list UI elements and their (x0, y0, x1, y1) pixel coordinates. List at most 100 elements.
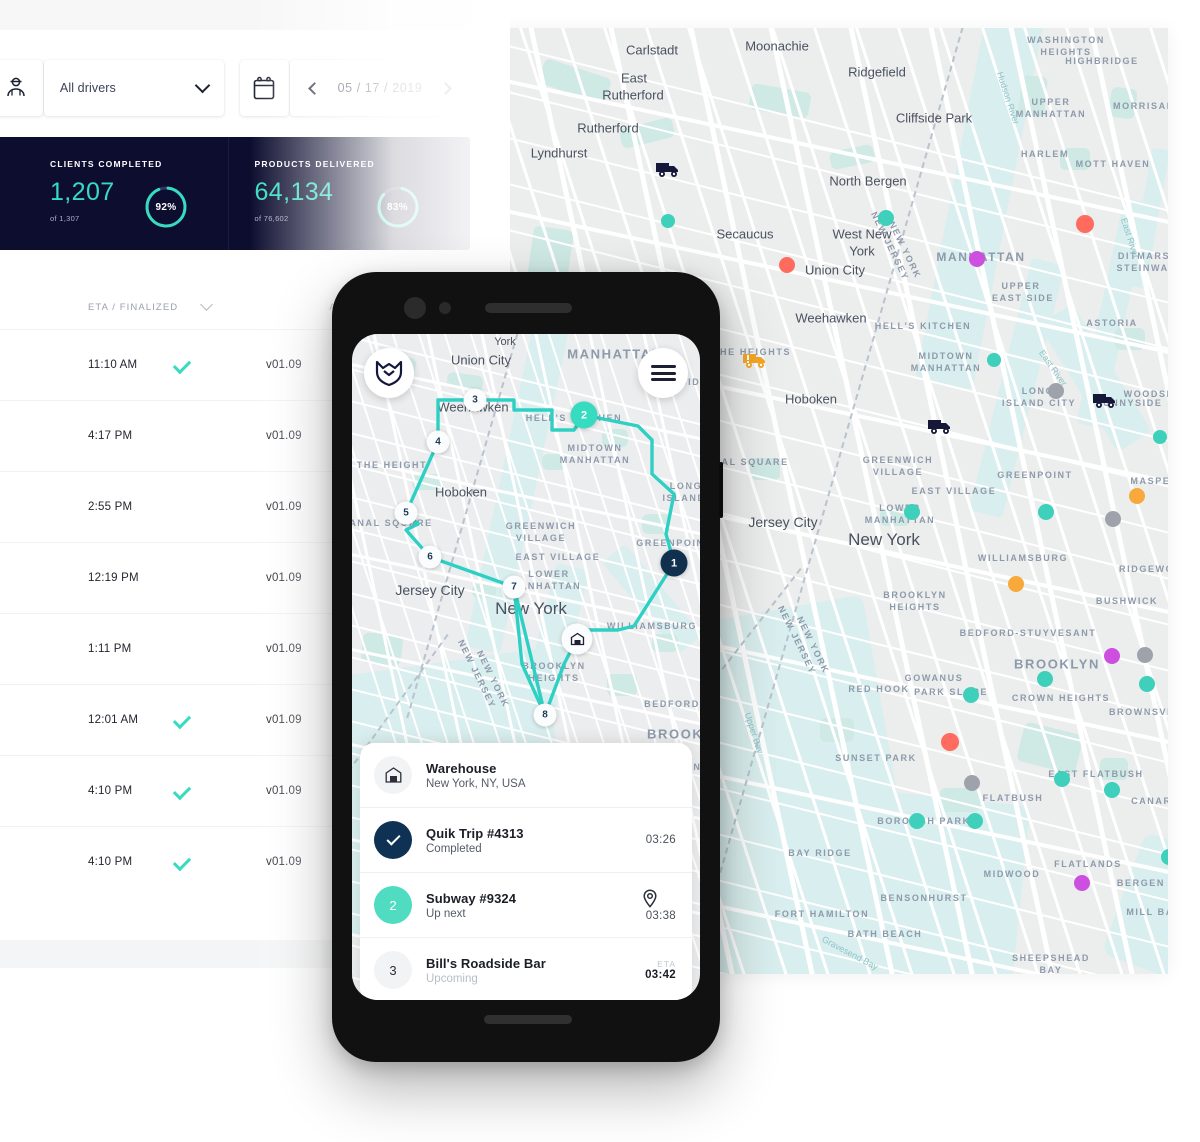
chevron-left-icon (307, 81, 321, 95)
stop-list-item[interactable]: Quik Trip #4313 Completed 03:26 (360, 807, 692, 872)
driver-avatar-button[interactable] (0, 60, 43, 116)
stop-text: Quik Trip #4313 Completed (412, 826, 624, 855)
map-label: WILLIAMSBURG (977, 553, 1069, 563)
map-status-dot[interactable] (1076, 215, 1094, 233)
finalized-status (170, 781, 204, 801)
stop-title: Warehouse (426, 760, 497, 776)
map-status-dot[interactable] (909, 813, 925, 829)
stop-list-item[interactable]: Warehouse New York, NY, USA (360, 743, 692, 807)
map-status-dot[interactable] (1104, 648, 1120, 664)
map-status-dot[interactable] (904, 504, 920, 520)
route-waypoint-1[interactable]: 1 (660, 549, 688, 577)
map-truck-icon[interactable] (927, 417, 953, 441)
route-waypoint-4[interactable]: 4 (426, 430, 450, 454)
check-icon (385, 831, 401, 846)
map-label: GOWANUS (904, 673, 964, 683)
cell-eta: 1:11 PM (88, 643, 132, 655)
map-status-dot[interactable] (878, 210, 894, 226)
stop-meta: ETA 03:42 (624, 959, 676, 981)
route-waypoint-7[interactable]: 7 (502, 575, 526, 599)
stop-list-item[interactable]: 2 Subway #9324 Up next 03:38 (360, 872, 692, 937)
map-label: York (849, 243, 875, 259)
stop-avatar (374, 821, 412, 859)
driver-filter-dropdown[interactable]: All drivers (43, 60, 224, 116)
route-waypoint-3[interactable]: 3 (463, 388, 487, 412)
map-status-dot[interactable] (1074, 875, 1090, 891)
map-status-dot[interactable] (1139, 676, 1155, 692)
phone-sensor-icon (439, 302, 451, 314)
calendar-button[interactable] (239, 60, 289, 116)
map-status-dot[interactable] (1037, 671, 1053, 687)
cell-app: v01.09 (266, 643, 302, 655)
stop-list-item[interactable]: 3 Bill's Roadside Bar Upcoming ETA 03:42 (360, 937, 692, 1000)
map-park (1016, 721, 1084, 775)
chevron-down-icon[interactable] (200, 298, 214, 311)
progress-ring-clients: 92% (143, 184, 189, 230)
map-truck-icon[interactable] (742, 351, 768, 375)
map-status-dot[interactable] (1153, 430, 1167, 444)
calendar-icon (254, 76, 275, 99)
map-status-dot[interactable] (969, 251, 985, 267)
menu-button[interactable] (638, 348, 688, 398)
map-park (1100, 758, 1128, 780)
map-truck-icon[interactable] (655, 160, 681, 184)
map-status-dot[interactable] (941, 733, 959, 751)
cell-app: v01.09 (266, 714, 302, 726)
stat-percent: 92% (155, 201, 177, 213)
phone-screen[interactable]: YorkUnion CityMANHATTANWeehawkenHELL'S K… (352, 334, 700, 1000)
cell-app: v01.09 (266, 785, 302, 797)
phone-mockup: YorkUnion CityMANHATTANWeehawkenHELL'S K… (332, 272, 723, 1062)
fox-logo-icon (375, 360, 403, 387)
map-status-dot[interactable] (964, 775, 980, 791)
map-status-dot[interactable] (1038, 504, 1054, 520)
map-status-dot[interactable] (1104, 782, 1120, 798)
stat-subvalue: of 76,602 (254, 214, 289, 223)
phone-home-indicator (484, 1015, 572, 1024)
cell-eta: 4:10 PM (88, 785, 133, 797)
next-date-button[interactable] (436, 78, 456, 98)
stops-list: Warehouse New York, NY, USA Quik Trip #431… (360, 743, 692, 1000)
map-status-dot[interactable] (661, 214, 675, 228)
map-status-dot[interactable] (1105, 511, 1121, 527)
finalized-status (170, 852, 204, 872)
check-icon (172, 355, 192, 375)
map-label: HEIGHTS (1040, 47, 1092, 57)
phone-camera-icon (404, 297, 426, 319)
map-status-dot[interactable] (779, 257, 795, 273)
column-header-eta[interactable]: ETA / FINALIZED (88, 302, 178, 313)
phone-speaker-icon (485, 303, 572, 313)
stops-list-sheet[interactable]: Warehouse New York, NY, USA Quik Trip #431… (360, 743, 692, 1000)
cell-app: v01.09 (266, 430, 302, 442)
route-waypoint-2[interactable]: 2 (570, 401, 598, 429)
dashboard-toolbar: All drivers 05 / 17 / 2019 (0, 60, 470, 116)
route-warehouse-icon[interactable] (561, 623, 593, 655)
stop-meta: 03:38 (624, 888, 676, 922)
map-status-dot[interactable] (1048, 383, 1064, 399)
finalized-status (170, 710, 204, 730)
map-status-dot[interactable] (1008, 576, 1024, 592)
finalized-status (170, 355, 204, 375)
route-waypoint-6[interactable]: 6 (418, 545, 442, 569)
map-status-dot[interactable] (1129, 488, 1145, 504)
warehouse-icon (570, 632, 584, 646)
driver-avatar-icon (7, 77, 26, 97)
stop-status: New York, NY, USA (426, 777, 526, 790)
map-status-dot[interactable] (967, 813, 983, 829)
phone-power-button[interactable] (719, 462, 723, 518)
route-waypoint-8[interactable]: 8 (533, 703, 557, 727)
stat-value: 64,134 (254, 178, 334, 206)
chevron-down-icon (194, 77, 211, 94)
map-status-dot[interactable] (1054, 771, 1070, 787)
map-status-dot[interactable] (987, 353, 1001, 367)
route-waypoint-5[interactable]: 5 (394, 501, 418, 525)
check-icon (172, 781, 192, 801)
stat-percent: 83% (387, 201, 408, 213)
prev-date-button[interactable] (304, 78, 324, 98)
check-icon (172, 710, 192, 730)
stat-title: PRODUCTS DELIVERED (254, 159, 375, 169)
cell-eta: 2:55 PM (88, 501, 133, 513)
map-status-dot[interactable] (963, 687, 979, 703)
map-status-dot[interactable] (1137, 647, 1153, 663)
map-truck-icon[interactable] (1092, 391, 1118, 415)
app-logo-button[interactable] (364, 348, 414, 398)
